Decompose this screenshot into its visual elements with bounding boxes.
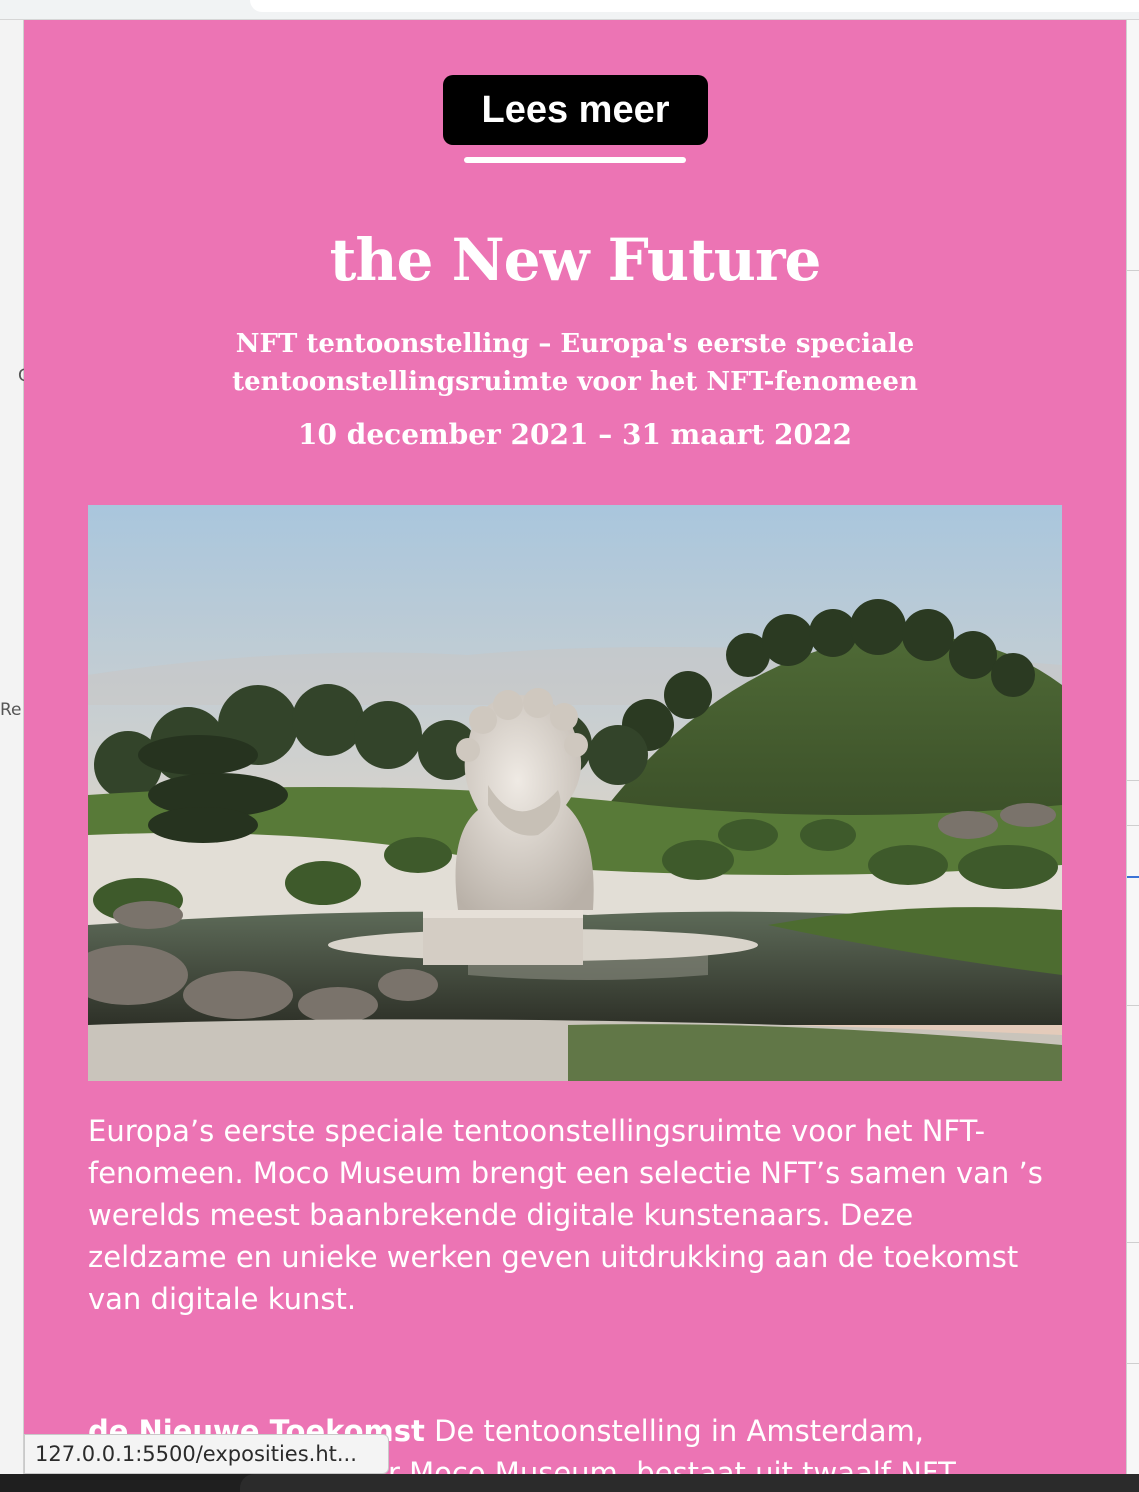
exhibition-description: Europa’s eerste speciale tentoonstelling… [88,1114,1043,1316]
browser-window: C Re Lees meer the New Future NFT tentoo… [0,0,1139,1492]
button-underline [464,157,686,163]
link-preview-url: 127.0.0.1:5500/exposities.ht... [24,1434,389,1474]
exhibition-dates: 10 december 2021 – 31 maart 2022 [298,418,852,451]
background-divider [1127,1363,1139,1364]
background-divider [1127,825,1139,826]
page-title: the New Future [329,226,822,294]
hero-image [88,505,1062,1081]
background-divider [1127,1005,1139,1006]
background-divider [1127,780,1139,781]
lees-meer-button[interactable]: Lees meer [443,75,708,145]
toolbar-tab-edge [250,0,1139,12]
browser-toolbar [0,0,1139,20]
exhibition-page: Lees meer the New Future NFT tentoonstel… [24,20,1126,1492]
description-line: De tentoonstelling in Amsterdam, [424,1414,924,1448]
sculpture-garden-image [88,505,1062,1081]
exhibition-subtitle: NFT tentoonstelling – Europa's eerste sp… [232,329,918,397]
background-window-left: C Re [0,20,30,1492]
bottom-window-edge [0,1474,1139,1492]
background-divider [1127,270,1139,271]
background-accent-line [1127,876,1139,878]
background-divider [1127,1242,1139,1243]
background-window-glyph: Re [0,700,22,720]
background-window-right [1126,20,1139,1492]
bottom-window-tab [240,1474,1139,1492]
